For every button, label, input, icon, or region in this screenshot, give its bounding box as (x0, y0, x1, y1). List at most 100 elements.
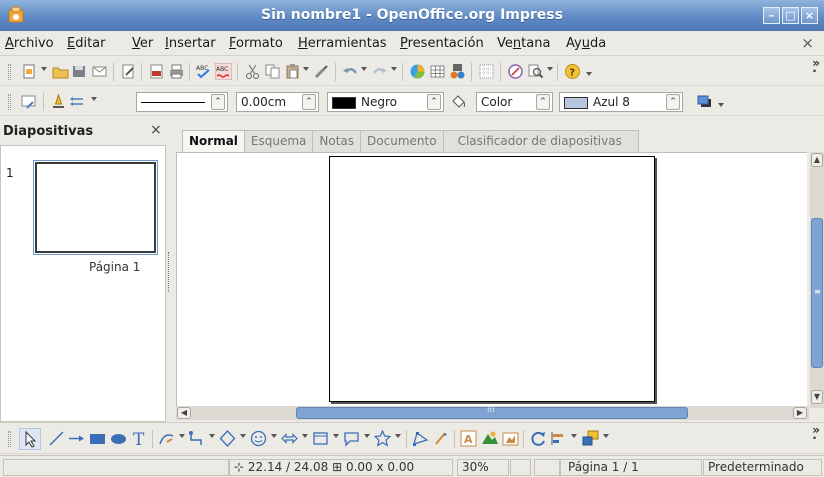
pane-splitter-handle[interactable] (168, 252, 172, 292)
menu-presentacion[interactable]: Presentación (400, 36, 484, 51)
undo-icon[interactable] (342, 63, 359, 80)
chart-icon[interactable] (409, 63, 426, 80)
zoom-level[interactable]: 30% (457, 459, 509, 476)
paste-dropdown-arrow[interactable] (303, 67, 309, 71)
toolbar-grip[interactable] (8, 64, 11, 80)
toolbar-overflow-icon[interactable]: » · (812, 424, 820, 444)
menu-herramientas[interactable]: Herramientas (298, 36, 387, 51)
toolbar-grip[interactable] (8, 94, 11, 110)
menu-ventana[interactable]: Ventana (497, 36, 550, 51)
tab-documento[interactable]: Documento (360, 130, 444, 152)
slides-pane-close-icon[interactable]: × (150, 122, 162, 138)
navigator-icon[interactable] (507, 63, 524, 80)
edit-file-icon[interactable] (120, 63, 137, 80)
symbol-shapes-icon[interactable] (250, 430, 267, 447)
tab-normal[interactable]: Normal (182, 130, 245, 153)
menu-insertar[interactable]: Insertar (165, 36, 216, 51)
menu-archivo[interactable]: Archivo (5, 36, 54, 51)
menu-ayuda[interactable]: Ayuda (566, 36, 606, 51)
basic-shapes-dropdown-arrow[interactable] (240, 434, 246, 438)
new-document-icon[interactable] (21, 63, 38, 80)
alignment-dropdown-arrow[interactable] (571, 434, 577, 438)
toolbar-overflow-icon[interactable]: » · (812, 57, 820, 77)
line-style-icon[interactable] (50, 93, 67, 110)
select-arrow-icon[interactable] (19, 428, 41, 450)
points-icon[interactable] (412, 430, 429, 447)
area-color-spin-icon[interactable]: ⌃ (666, 94, 680, 110)
open-icon[interactable] (52, 63, 69, 80)
connector-dropdown-arrow[interactable] (209, 434, 215, 438)
tab-esquema[interactable]: Esquema (243, 130, 314, 152)
vertical-scrollbar[interactable]: ▲ ≡ ▼ (810, 152, 824, 408)
block-arrows-dropdown-arrow[interactable] (302, 434, 308, 438)
block-arrows-icon[interactable] (281, 430, 298, 447)
line-icon[interactable] (48, 430, 65, 447)
export-pdf-icon[interactable] (148, 63, 165, 80)
slides-list[interactable]: 1 Página 1 (0, 145, 166, 422)
table-icon[interactable] (429, 63, 446, 80)
menu-ver[interactable]: Ver (132, 36, 153, 51)
tab-notas[interactable]: Notas (312, 130, 362, 152)
toolbar-options-arrow[interactable] (586, 72, 592, 76)
paste-icon[interactable] (284, 63, 301, 80)
area-color-select[interactable]: Azul 8 ⌃ (559, 92, 683, 112)
area-style-spin-icon[interactable]: ⌃ (536, 94, 550, 110)
arrange-icon[interactable] (582, 430, 599, 447)
arrow-style-icon[interactable] (69, 93, 86, 110)
scroll-right-icon[interactable]: ▶ (793, 407, 807, 419)
callouts-icon[interactable] (343, 430, 360, 447)
tab-clasificador[interactable]: Clasificador de diapositivas (442, 130, 639, 152)
flowchart-dropdown-arrow[interactable] (333, 434, 339, 438)
stars-dropdown-arrow[interactable] (395, 434, 401, 438)
maximize-button[interactable]: □ (782, 7, 799, 24)
clone-formatting-icon[interactable] (313, 63, 330, 80)
basic-shapes-icon[interactable] (219, 430, 236, 447)
horizontal-scrollbar[interactable]: ◀ ⁞⁞⁞ ▶ (176, 405, 809, 420)
horizontal-scroll-thumb[interactable]: ⁞⁞⁞ (296, 405, 688, 419)
scroll-up-icon[interactable]: ▲ (811, 153, 823, 167)
redo-dropdown-arrow[interactable] (391, 67, 397, 71)
callouts-dropdown-arrow[interactable] (364, 434, 370, 438)
email-icon[interactable] (91, 63, 108, 80)
menu-editar[interactable]: Editar (67, 36, 106, 51)
close-window-button[interactable]: × (801, 7, 818, 24)
glue-points-icon[interactable] (432, 430, 449, 447)
area-fill-icon[interactable] (450, 93, 467, 110)
curve-dropdown-arrow[interactable] (179, 434, 185, 438)
from-file-icon[interactable] (481, 430, 498, 447)
line-style-spin-icon[interactable]: ⌃ (211, 94, 225, 110)
fontwork-icon[interactable]: A (460, 430, 477, 447)
ellipse-icon[interactable] (110, 430, 127, 447)
draw-functions-icon[interactable] (449, 63, 466, 80)
slide-canvas[interactable] (176, 152, 807, 406)
print-icon[interactable] (168, 63, 185, 80)
redo-icon[interactable] (371, 63, 388, 80)
minimize-button[interactable]: – (763, 7, 780, 24)
undo-dropdown-arrow[interactable] (361, 67, 367, 71)
zoom-dropdown-arrow[interactable] (547, 67, 553, 71)
copy-icon[interactable] (264, 63, 281, 80)
menu-formato[interactable]: Formato (229, 36, 283, 51)
line-arrow-icon[interactable] (68, 430, 85, 447)
spellcheck-icon[interactable]: ABC (195, 63, 212, 80)
scroll-down-icon[interactable]: ▼ (811, 390, 823, 404)
alignment-icon[interactable] (550, 430, 567, 447)
grid-icon[interactable] (478, 63, 495, 80)
slide-page[interactable] (329, 156, 655, 402)
fly-in-icon[interactable] (21, 93, 38, 110)
connector-icon[interactable] (188, 430, 205, 447)
arrange-dropdown-arrow[interactable] (603, 434, 609, 438)
line-width-spin-icon[interactable]: ⌃ (302, 94, 316, 110)
vertical-scroll-thumb[interactable]: ≡ (811, 218, 823, 368)
symbol-shapes-dropdown-arrow[interactable] (271, 434, 277, 438)
rectangle-icon[interactable] (89, 430, 106, 447)
shadow-icon[interactable] (696, 93, 713, 110)
new-dropdown-arrow[interactable] (41, 67, 47, 71)
rotate-icon[interactable] (530, 430, 547, 447)
stars-icon[interactable] (374, 430, 391, 447)
line-width-field[interactable]: 0.00cm ⌃ (236, 92, 319, 112)
line-style-select[interactable]: ⌃ (136, 92, 228, 112)
close-document-icon[interactable]: × (801, 34, 814, 52)
cut-icon[interactable] (244, 63, 261, 80)
line-color-spin-icon[interactable]: ⌃ (427, 94, 441, 110)
